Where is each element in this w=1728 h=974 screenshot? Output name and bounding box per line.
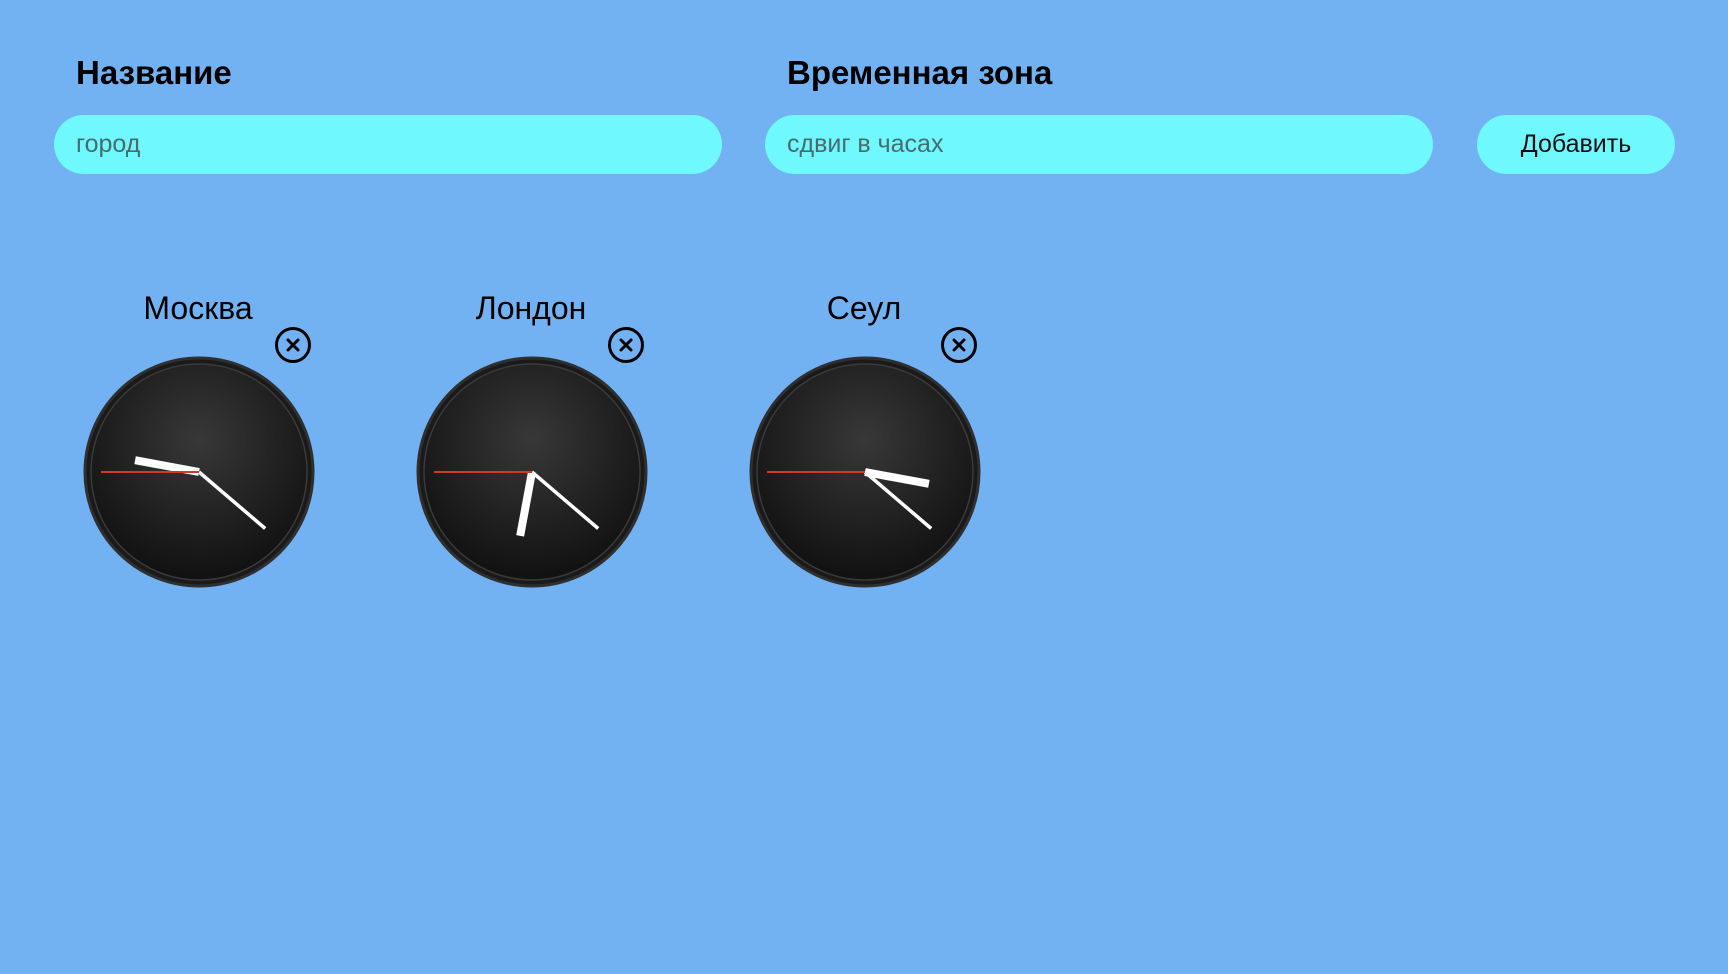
- add-clock-form: Название Временная зона Добавить: [0, 0, 1728, 200]
- analog-clock-face: [416, 356, 648, 588]
- clock-card: Сеул: [749, 286, 989, 596]
- clock-city-name: Сеул: [826, 290, 902, 326]
- clock-city-name: Лондон: [475, 290, 587, 326]
- timezone-offset-input[interactable]: [765, 115, 1433, 174]
- clock-card: Москва: [83, 286, 323, 596]
- name-label: Название: [76, 54, 232, 91]
- analog-clock-face: [749, 356, 981, 588]
- city-name-input[interactable]: [54, 115, 722, 174]
- analog-clock-face: [83, 356, 315, 588]
- add-button[interactable]: Добавить: [1477, 115, 1675, 174]
- clock-card: Лондон: [416, 286, 656, 596]
- timezone-label: Временная зона: [787, 54, 1053, 91]
- clock-city-name: Москва: [143, 290, 253, 326]
